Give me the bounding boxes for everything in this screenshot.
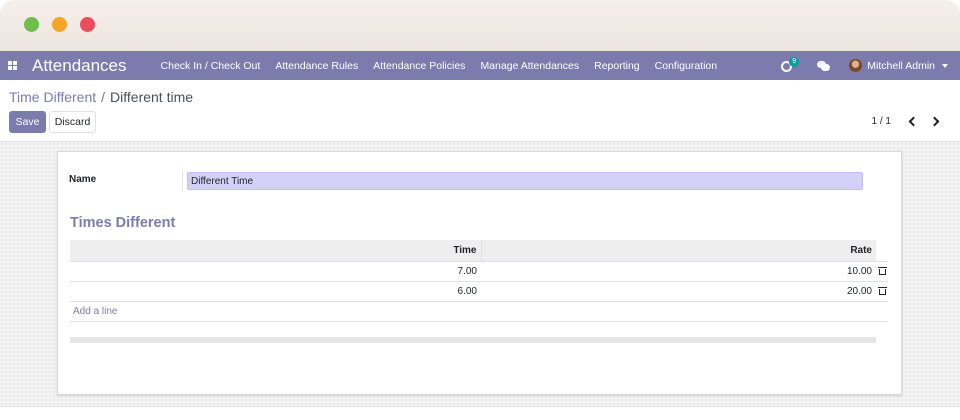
menu-manage-attendances[interactable]: Manage Attendances bbox=[480, 60, 579, 72]
table-footer-bar bbox=[70, 337, 876, 343]
times-different-table: Time Rate 7.00 10.00 6.00 20.00 Add a li… bbox=[70, 240, 888, 322]
add-line-row: Add a line bbox=[70, 301, 888, 322]
app-window: Attendances Check In / Check Out Attenda… bbox=[0, 0, 960, 420]
breadcrumb-separator: / bbox=[101, 89, 106, 105]
app-brand[interactable]: Attendances bbox=[32, 56, 127, 76]
pager-value[interactable]: 1 / 1 bbox=[872, 116, 891, 127]
menu-attendance-rules[interactable]: Attendance Rules bbox=[275, 60, 358, 72]
time-column-header[interactable]: Time bbox=[70, 240, 482, 261]
add-line-link[interactable]: Add a line bbox=[73, 306, 117, 317]
menu-check-in-out[interactable]: Check In / Check Out bbox=[161, 60, 261, 72]
field-divider bbox=[182, 170, 183, 192]
table-row[interactable]: 7.00 10.00 bbox=[70, 260, 888, 282]
user-menu-name[interactable]: Mitchell Admin bbox=[867, 60, 935, 72]
pager-next-icon[interactable] bbox=[929, 116, 940, 127]
trash-icon[interactable] bbox=[877, 266, 887, 275]
activity-count-badge: 9 bbox=[789, 56, 800, 67]
delete-column-header bbox=[876, 240, 888, 261]
main-navbar: Attendances Check In / Check Out Attenda… bbox=[0, 51, 960, 80]
user-menu-caret-icon[interactable] bbox=[942, 63, 948, 68]
control-panel: Time Different / Different time Save Dis… bbox=[0, 80, 960, 142]
table-row[interactable]: 6.00 20.00 bbox=[70, 281, 888, 302]
time-cell[interactable]: 6.00 bbox=[70, 281, 481, 302]
form-background: Name Times Different Time Rate 7.0 bbox=[0, 142, 960, 406]
window-minimize-button[interactable] bbox=[52, 17, 67, 32]
menu-reporting[interactable]: Reporting bbox=[594, 60, 640, 72]
pager-previous-icon[interactable] bbox=[908, 116, 919, 127]
activity-clock-icon[interactable]: 9 bbox=[781, 56, 800, 73]
breadcrumb-current: Different time bbox=[110, 89, 194, 105]
rate-cell[interactable]: 20.00 bbox=[481, 281, 876, 302]
menu-configuration[interactable]: Configuration bbox=[655, 60, 717, 72]
breadcrumb: Time Different / Different time bbox=[9, 89, 193, 105]
menu-attendance-policies[interactable]: Attendance Policies bbox=[373, 60, 465, 72]
bottom-strip bbox=[0, 406, 960, 420]
record-pager: 1 / 1 bbox=[872, 116, 945, 127]
name-input[interactable] bbox=[187, 172, 863, 190]
discard-button[interactable]: Discard bbox=[49, 111, 96, 133]
user-avatar[interactable] bbox=[849, 59, 863, 72]
apps-menu-icon[interactable] bbox=[0, 51, 24, 80]
window-close-button[interactable] bbox=[80, 17, 95, 32]
rate-cell[interactable]: 10.00 bbox=[481, 260, 876, 282]
trash-icon[interactable] bbox=[877, 286, 887, 295]
times-different-title: Times Different bbox=[70, 215, 176, 231]
window-titlebar bbox=[0, 0, 960, 51]
form-sheet: Name Times Different Time Rate 7.0 bbox=[57, 151, 902, 395]
save-button[interactable]: Save bbox=[9, 111, 46, 133]
name-field-label: Name bbox=[69, 174, 97, 185]
messaging-chat-icon[interactable] bbox=[817, 60, 831, 71]
breadcrumb-parent-link[interactable]: Time Different bbox=[9, 89, 96, 105]
rate-column-header[interactable]: Rate bbox=[481, 240, 876, 261]
time-cell[interactable]: 7.00 bbox=[70, 260, 481, 282]
window-maximize-button[interactable] bbox=[24, 17, 39, 32]
